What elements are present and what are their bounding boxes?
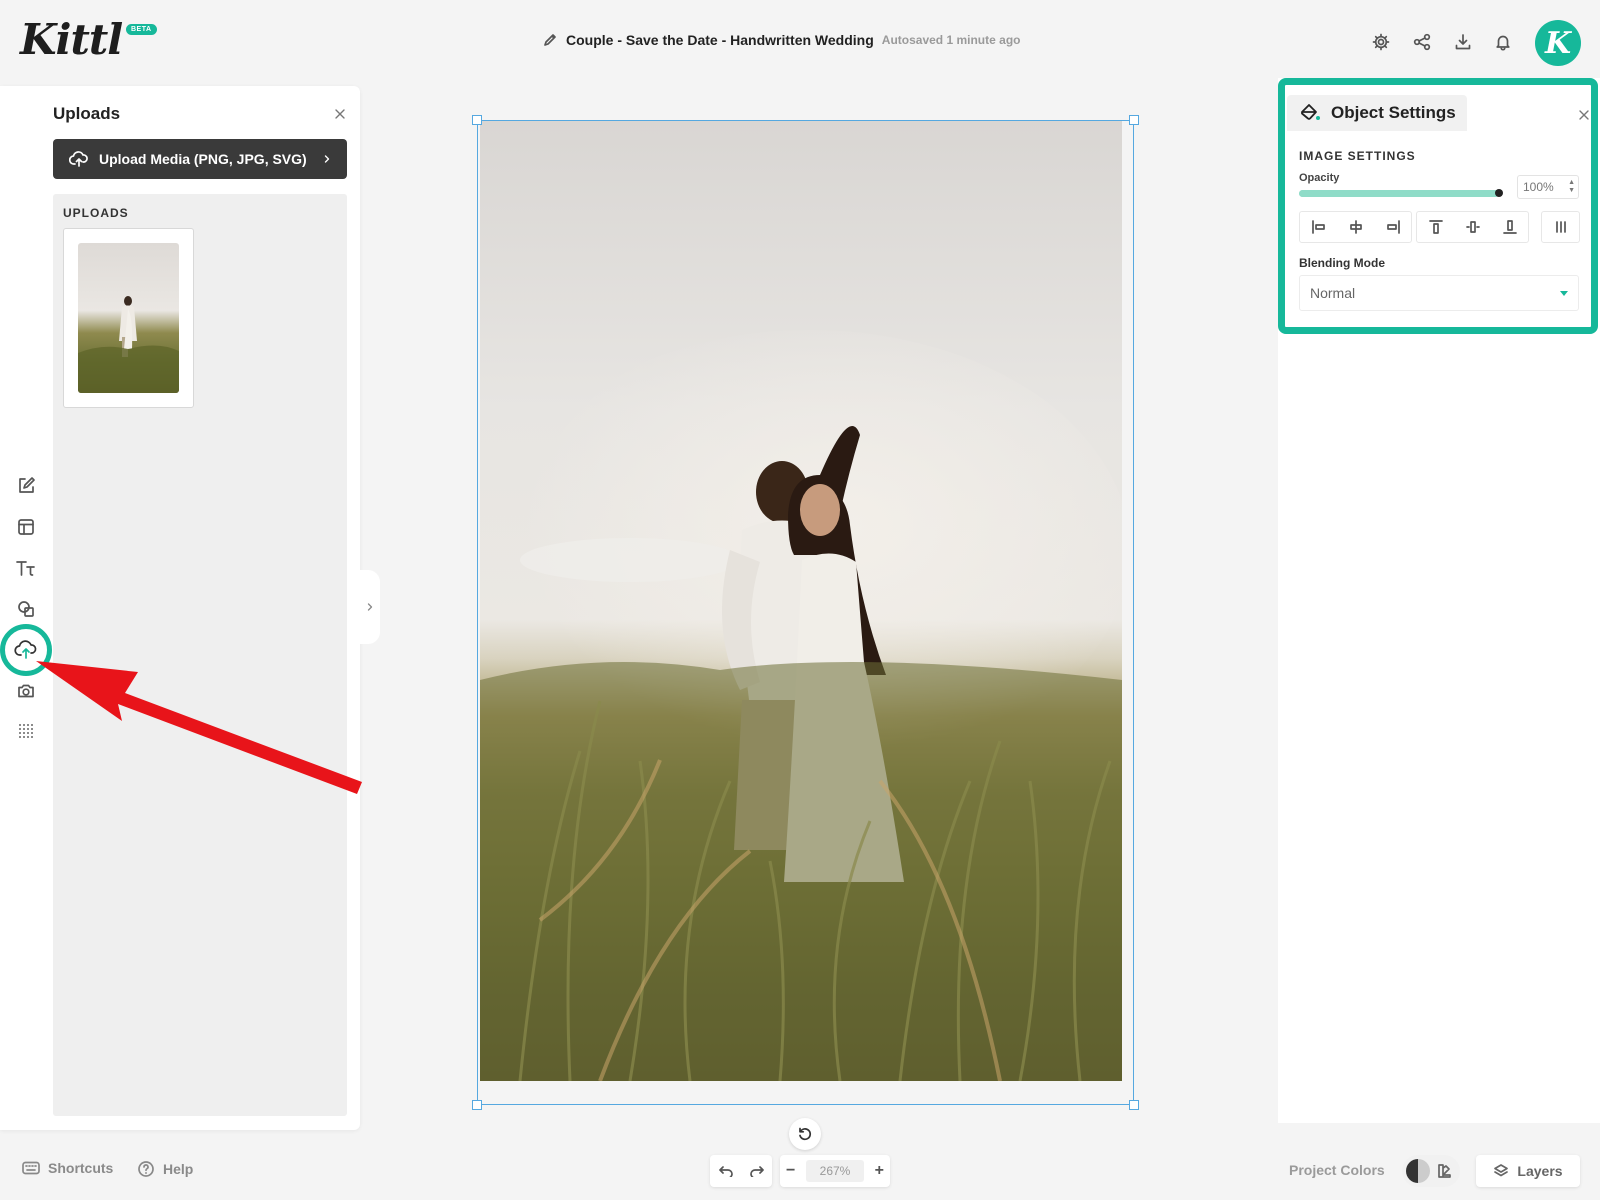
align-center-h-icon[interactable]: [1337, 212, 1374, 242]
theme-toggle-knob: [1406, 1159, 1430, 1183]
uploads-panel-title: Uploads: [53, 104, 121, 123]
kittl-logo[interactable]: Kittl BETA: [20, 15, 157, 64]
object-settings-tab[interactable]: Object Settings: [1287, 95, 1467, 131]
chevron-right-icon: [323, 154, 331, 164]
palette-icon: [1436, 1163, 1452, 1179]
rail-patterns-button[interactable]: [12, 717, 40, 745]
align-middle-v-icon[interactable]: [1454, 212, 1491, 242]
collapse-panel-tab[interactable]: [360, 570, 380, 644]
user-avatar[interactable]: K: [1535, 20, 1581, 66]
chevron-down-icon: [1560, 290, 1568, 296]
bell-icon[interactable]: [1490, 29, 1516, 55]
upload-media-label: Upload Media (PNG, JPG, SVG): [99, 151, 307, 167]
paint-bucket-icon: [1299, 103, 1321, 123]
resize-handle-bottom-right[interactable]: [1129, 1100, 1139, 1110]
rail-text-button[interactable]: [12, 554, 40, 582]
close-icon[interactable]: [330, 104, 350, 124]
rotate-icon: [797, 1126, 813, 1142]
chevron-right-icon: [367, 602, 373, 612]
document-title[interactable]: Couple - Save the Date - Handwritten Wed…: [566, 32, 874, 48]
shapes-icon: [16, 599, 36, 619]
rail-photos-button[interactable]: [12, 677, 40, 705]
rail-uploads-button[interactable]: [0, 624, 52, 676]
gear-icon[interactable]: [1368, 29, 1394, 55]
keyboard-icon: [22, 1161, 40, 1175]
zoom-in-button[interactable]: +: [875, 1163, 884, 1179]
align-right-icon[interactable]: [1374, 212, 1411, 242]
resize-handle-bottom-left[interactable]: [472, 1100, 482, 1110]
couple-photo-thumbnail: [78, 243, 179, 393]
opacity-input[interactable]: 100% ▲ ▼: [1517, 175, 1579, 199]
zoom-level[interactable]: 267%: [806, 1160, 864, 1182]
close-icon[interactable]: [1574, 105, 1594, 125]
shortcuts-button[interactable]: Shortcuts: [22, 1160, 113, 1176]
undo-redo-group: [710, 1155, 772, 1187]
rotate-button[interactable]: [789, 1118, 821, 1150]
uploads-list: UPLOADS: [53, 194, 347, 1116]
layout-icon: [16, 517, 36, 537]
pencil-icon[interactable]: [542, 32, 558, 48]
blending-mode-select[interactable]: Normal: [1299, 275, 1579, 311]
resize-handle-top-right[interactable]: [1129, 115, 1139, 125]
align-left-icon[interactable]: [1300, 212, 1337, 242]
horizontal-align-group: [1299, 211, 1412, 243]
distribute-group: [1541, 211, 1580, 243]
resize-handle-top-left[interactable]: [472, 115, 482, 125]
object-settings-panel: Object Settings IMAGE SETTINGS Opacity 1…: [1278, 78, 1598, 334]
logo-text: Kittl: [20, 15, 123, 64]
opacity-slider[interactable]: [1299, 189, 1503, 197]
opacity-slider-thumb[interactable]: [1495, 189, 1503, 197]
distribute-icon[interactable]: [1542, 212, 1579, 242]
opacity-stepper[interactable]: ▲ ▼: [1568, 179, 1575, 195]
layers-icon: [1493, 1163, 1509, 1179]
zoom-control: − 267% +: [780, 1155, 890, 1187]
grid-icon: [17, 722, 35, 740]
align-bottom-icon[interactable]: [1491, 212, 1528, 242]
opacity-slider-fill: [1299, 190, 1499, 197]
image-settings-heading: IMAGE SETTINGS: [1299, 149, 1416, 163]
uploads-panel: Uploads Upload Media (PNG, JPG, SVG) UPL…: [0, 86, 360, 1130]
document-title-bar[interactable]: Couple - Save the Date - Handwritten Wed…: [542, 32, 1020, 48]
beta-badge: BETA: [126, 24, 157, 35]
project-colors-label[interactable]: Project Colors: [1289, 1162, 1385, 1178]
opacity-label: Opacity: [1299, 172, 1340, 184]
upload-media-button[interactable]: Upload Media (PNG, JPG, SVG): [53, 139, 347, 179]
vertical-align-group: [1416, 211, 1529, 243]
rail-edit-button[interactable]: [12, 472, 40, 500]
project-colors-toggle[interactable]: [1402, 1155, 1460, 1187]
redo-icon[interactable]: [749, 1165, 765, 1177]
rail-templates-button[interactable]: [12, 513, 40, 541]
share-icon[interactable]: [1409, 29, 1435, 55]
upload-cloud-icon: [69, 151, 89, 167]
align-top-icon[interactable]: [1417, 212, 1454, 242]
text-icon: [15, 558, 37, 578]
object-settings-title: Object Settings: [1331, 103, 1456, 122]
edit-icon: [16, 476, 36, 496]
blending-mode-value: Normal: [1310, 285, 1356, 301]
opacity-value: 100%: [1523, 180, 1554, 194]
selection-frame: [477, 120, 1134, 1105]
download-icon[interactable]: [1450, 29, 1476, 55]
layers-label: Layers: [1517, 1163, 1563, 1179]
help-icon: [137, 1160, 155, 1178]
layers-button[interactable]: Layers: [1476, 1155, 1580, 1187]
uploads-section-heading: UPLOADS: [63, 206, 129, 220]
undo-icon[interactable]: [718, 1165, 734, 1177]
zoom-out-button[interactable]: −: [786, 1163, 795, 1179]
rail-shapes-button[interactable]: [12, 595, 40, 623]
shortcuts-label: Shortcuts: [48, 1160, 114, 1176]
help-label: Help: [163, 1161, 194, 1177]
autosave-status: Autosaved 1 minute ago: [881, 33, 1021, 47]
upload-cloud-icon: [14, 640, 38, 660]
blending-mode-label: Blending Mode: [1299, 256, 1385, 270]
uploaded-image-thumbnail[interactable]: [63, 228, 194, 408]
camera-icon: [16, 681, 36, 701]
help-button[interactable]: Help: [137, 1160, 193, 1178]
